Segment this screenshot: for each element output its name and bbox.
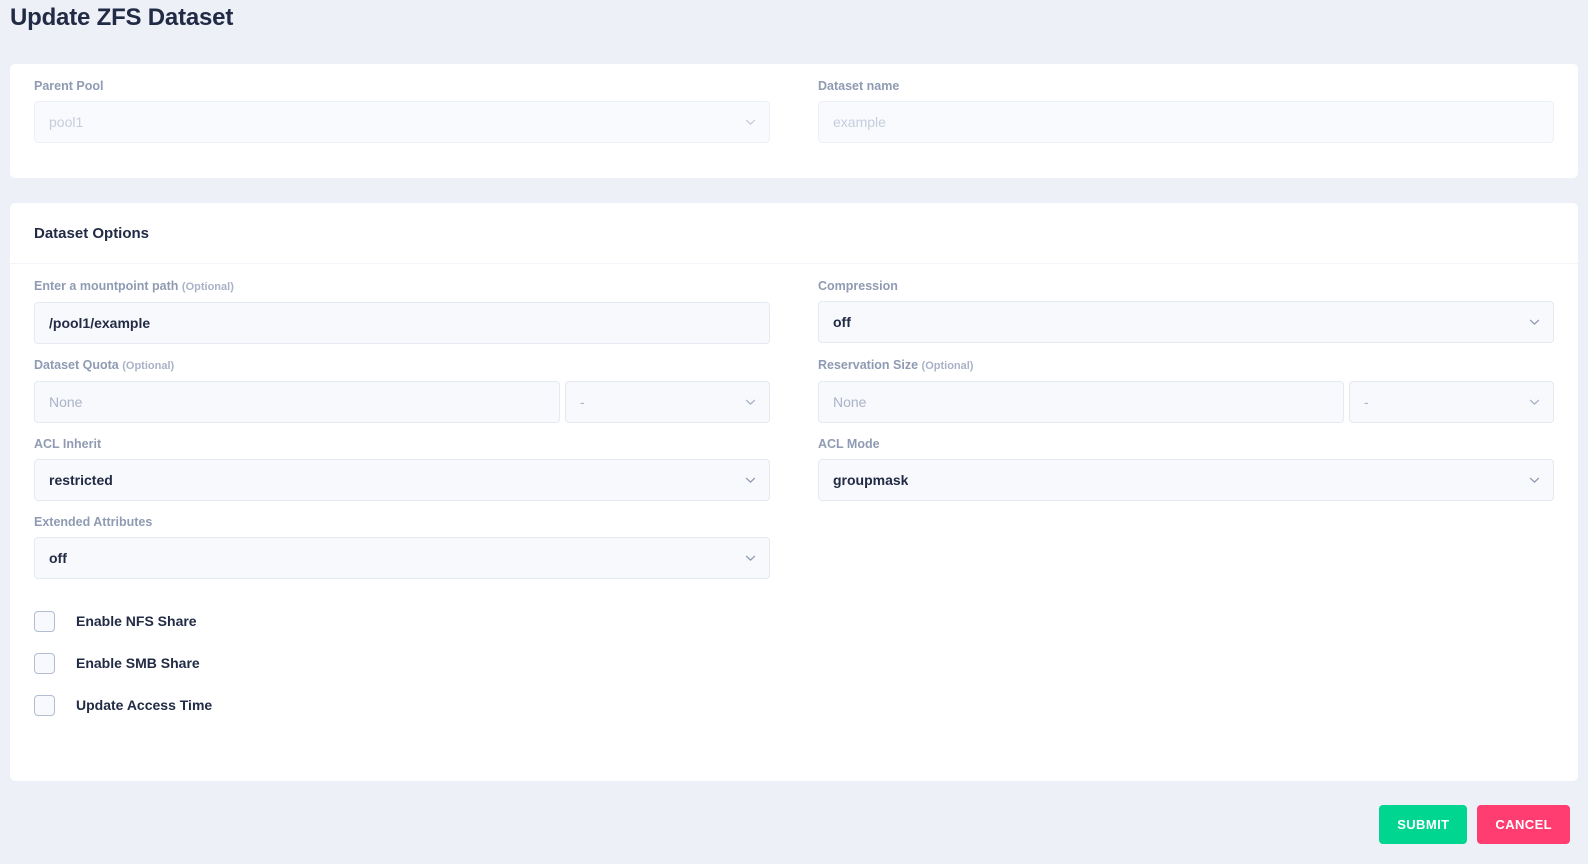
dataset-name-placeholder: example [833,114,886,130]
cancel-button[interactable]: CANCEL [1477,805,1570,844]
reservation-size-unit-value: - [1364,394,1369,410]
parent-pool-grid: Parent Pool pool1 Dataset name example [10,64,1578,156]
update-access-time-label: Update Access Time [76,697,213,713]
enable-nfs-share-row[interactable]: Enable NFS Share [34,600,1554,642]
chevron-down-icon [745,117,756,128]
dataset-options-title: Dataset Options [34,224,150,242]
page-title: Update ZFS Dataset [10,4,234,31]
mountpoint-optional-tag: (Optional) [181,281,234,293]
chevron-down-icon [745,397,756,408]
dataset-options-grid: Enter a mountpoint path (Optional) /pool… [10,264,1578,592]
dataset-options-header: Dataset Options [10,203,1578,264]
reservation-size-input[interactable]: None [818,381,1344,423]
mountpoint-label-text: Enter a mountpoint path [34,279,179,293]
mountpoint-input[interactable]: /pool1/example [34,302,770,344]
dataset-quota-label-text: Dataset Quota [34,358,119,372]
reservation-size-group: None - [818,381,1554,423]
compression-field: Compression off [794,278,1554,344]
parent-pool-value: pool1 [49,114,84,130]
reservation-size-label: Reservation Size (Optional) [818,357,1554,374]
dataset-quota-label: Dataset Quota (Optional) [34,357,770,374]
reservation-size-unit-select[interactable]: - [1349,381,1554,423]
acl-mode-field: ACL Mode groupmask [794,436,1554,501]
acl-mode-value: groupmask [833,472,909,488]
parent-pool-card: Parent Pool pool1 Dataset name example [10,64,1578,178]
reservation-size-optional-tag: (Optional) [921,360,974,372]
compression-select[interactable]: off [818,301,1554,343]
dataset-quota-placeholder: None [49,394,83,410]
dataset-quota-field: Dataset Quota (Optional) None - [34,357,794,423]
mountpoint-label: Enter a mountpoint path (Optional) [34,278,770,295]
parent-pool-label: Parent Pool [34,79,104,93]
dataset-options-card: Dataset Options Enter a mountpoint path … [10,203,1578,781]
extended-attributes-label: Extended Attributes [34,515,153,529]
dataset-quota-group: None - [34,381,770,423]
acl-mode-label: ACL Mode [818,437,880,451]
reservation-size-label-text: Reservation Size [818,358,919,372]
dataset-quota-unit-value: - [580,394,585,410]
extended-attributes-field: Extended Attributes off [34,514,794,579]
mountpoint-field: Enter a mountpoint path (Optional) /pool… [34,278,794,344]
enable-smb-share-checkbox[interactable] [34,652,55,674]
dataset-name-input-wrapper[interactable]: example [818,101,1554,143]
update-zfs-dataset-page: Update ZFS Dataset Parent Pool pool1 Dat… [0,0,1588,864]
chevron-down-icon [1529,397,1540,408]
spacer-cell [794,514,1554,579]
parent-pool-select[interactable]: pool1 [34,101,770,143]
mountpoint-value: /pool1/example [49,315,151,331]
compression-label: Compression [818,279,898,293]
acl-inherit-field: ACL Inherit restricted [34,436,794,501]
acl-inherit-value: restricted [49,472,113,488]
reservation-size-placeholder: None [833,394,867,410]
update-access-time-row[interactable]: Update Access Time [34,684,1554,726]
dataset-quota-input[interactable]: None [34,381,560,423]
submit-button[interactable]: SUBMIT [1379,805,1468,844]
update-access-time-checkbox[interactable] [34,694,55,716]
acl-inherit-label: ACL Inherit [34,437,102,451]
compression-value: off [833,314,851,330]
extended-attributes-value: off [49,550,67,566]
chevron-down-icon [1529,317,1540,328]
enable-nfs-share-checkbox[interactable] [34,610,55,632]
chevron-down-icon [1529,475,1540,486]
parent-pool-field: Parent Pool pool1 [34,78,794,143]
extended-attributes-select[interactable]: off [34,537,770,579]
chevron-down-icon [745,475,756,486]
dataset-options-checkbox-group: Enable NFS Share Enable SMB Share Update… [10,592,1578,726]
form-actions: SUBMIT CANCEL [1379,805,1570,844]
enable-smb-share-label: Enable SMB Share [76,655,200,671]
acl-inherit-select[interactable]: restricted [34,459,770,501]
dataset-quota-optional-tag: (Optional) [122,360,175,372]
enable-nfs-share-label: Enable NFS Share [76,613,197,629]
acl-mode-select[interactable]: groupmask [818,459,1554,501]
dataset-name-label: Dataset name [818,79,900,93]
dataset-name-field: Dataset name example [794,78,1554,143]
enable-smb-share-row[interactable]: Enable SMB Share [34,642,1554,684]
chevron-down-icon [745,553,756,564]
dataset-quota-unit-select[interactable]: - [565,381,770,423]
reservation-size-field: Reservation Size (Optional) None - [794,357,1554,423]
